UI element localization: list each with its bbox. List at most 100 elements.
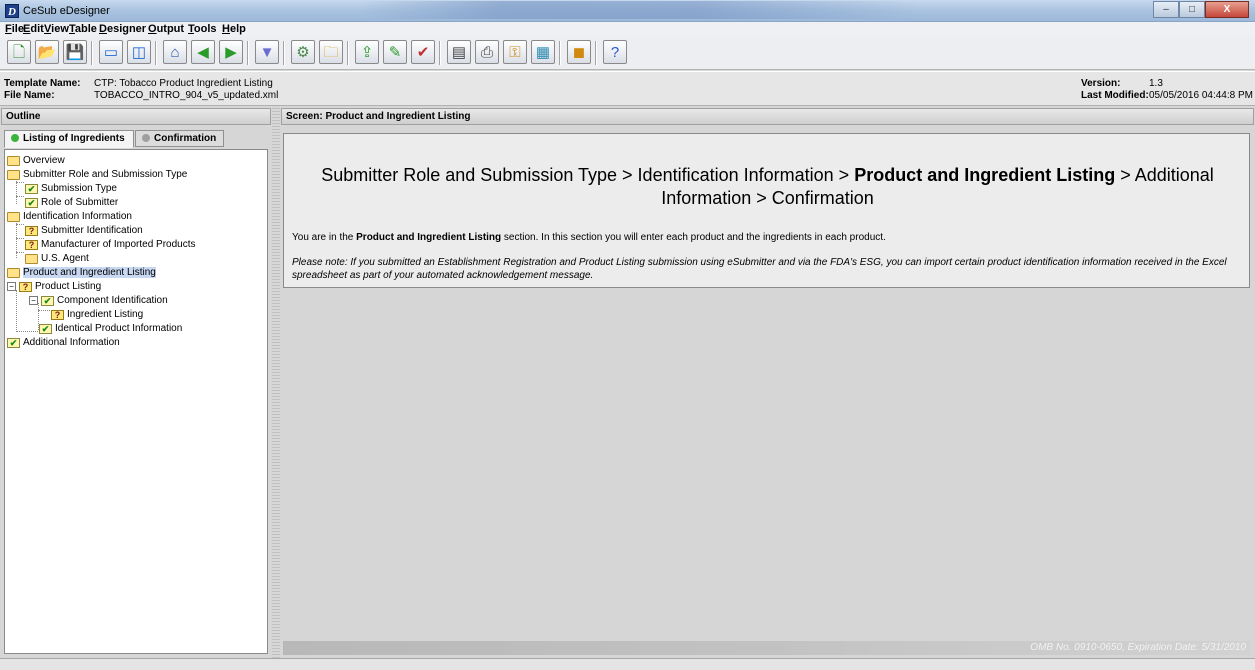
folder-icon [7, 155, 20, 166]
tree-item-label: Role of Submitter [41, 197, 119, 208]
folder-icon [7, 169, 20, 180]
tree-item-label: U.S. Agent [41, 253, 89, 264]
forward-arrow-icon[interactable]: ▶ [219, 40, 243, 64]
edit-icon[interactable]: ✎ [383, 40, 407, 64]
menu-designer[interactable]: Designer [99, 23, 146, 35]
tree-item-label: Overview [23, 155, 65, 166]
breadcrumb-part: Information > Confirmation [661, 188, 874, 208]
filter-icon[interactable]: ▼ [255, 40, 279, 64]
tree-item[interactable]: −? Product Listing [7, 280, 101, 293]
template-name-label: Template Name: [4, 78, 81, 89]
toolbar-separator [155, 41, 157, 65]
green-status-icon [11, 134, 19, 142]
back-arrow-icon[interactable]: ◀ [191, 40, 215, 64]
collapse-icon[interactable]: − [29, 296, 38, 305]
save-icon[interactable]: 💾 [63, 40, 87, 64]
tree-item-label: Ingredient Listing [67, 309, 144, 320]
tree-item[interactable]: U.S. Agent [25, 252, 89, 265]
home-icon[interactable]: ⌂ [163, 40, 187, 64]
toolbar-separator [283, 41, 285, 65]
tree-item[interactable]: Product and Ingredient Listing [7, 266, 156, 279]
tab-label: Listing of Ingredients [23, 133, 125, 144]
toolbar: 🗋 📂 💾 ▭ ◫ ⌂ ◀ ▶ ▼ ⚙ 🗀 ⇪ ✎ ✔ ▤ ⎙ ⚿ ▦ ◼? [0, 37, 1255, 70]
folder-icon [7, 211, 20, 222]
menu-help[interactable]: Help [222, 23, 246, 35]
tree-item-label: Product and Ingredient Listing [23, 267, 156, 278]
panel-splitter[interactable] [272, 108, 280, 658]
tab-label: Confirmation [154, 133, 217, 144]
tree-item[interactable]: ✔ Additional Information [7, 336, 120, 349]
folder-tree-icon[interactable]: 🗀 [319, 40, 343, 64]
collapse-icon[interactable]: − [7, 282, 16, 291]
settings-icon[interactable]: ⚙ [291, 40, 315, 64]
toolbar-separator [595, 41, 597, 65]
document-icon[interactable]: ▤ [447, 40, 471, 64]
tree-item[interactable]: ✔ Submission Type [25, 182, 117, 195]
tab-confirmation[interactable]: Confirmation [135, 130, 224, 147]
menu-tools[interactable]: Tools [188, 23, 217, 35]
checkmark-icon: ✔ [41, 295, 54, 306]
question-icon: ? [25, 239, 38, 250]
tree-item[interactable]: ? Submitter Identification [25, 224, 143, 237]
menu-output[interactable]: Output [148, 23, 184, 35]
file-name-label: File Name: [4, 90, 55, 101]
menu-file[interactable]: File [5, 23, 24, 35]
tree-item[interactable]: ? Manufacturer of Imported Products [25, 238, 196, 251]
tree-item[interactable]: Overview [7, 154, 65, 167]
checkmark-icon: ✔ [7, 337, 20, 348]
menu-view[interactable]: View [44, 23, 69, 35]
tree-item[interactable]: Submitter Role and Submission Type [7, 168, 187, 181]
tree-item[interactable]: Identification Information [7, 210, 132, 223]
template-name-value: CTP: Tobacco Product Ingredient Listing [94, 78, 273, 89]
checkmark-icon: ✔ [25, 183, 38, 194]
tree-item-label: Identification Information [23, 211, 132, 222]
intro-text: section. In this section you will enter … [501, 232, 886, 243]
status-bar [0, 658, 1255, 670]
breadcrumb-part: > Additional [1115, 165, 1214, 185]
tree-item[interactable]: ✔ Role of Submitter [25, 196, 118, 209]
key-icon[interactable]: ⚿ [503, 40, 527, 64]
maximize-button[interactable]: □ [1179, 1, 1205, 18]
tab-listing-of-ingredients[interactable]: Listing of Ingredients [4, 130, 134, 148]
tree-item[interactable]: ✔ Identical Product Information [39, 322, 182, 335]
question-icon: ? [19, 281, 32, 292]
close-button[interactable]: X [1205, 1, 1249, 18]
intro-section-name: Product and Ingredient Listing [356, 232, 502, 243]
breadcrumb-part: Submitter Role and Submission Type > Ide… [321, 165, 855, 185]
version-value: 1.3 [1149, 78, 1163, 89]
tree-item-label: Submitter Role and Submission Type [23, 169, 188, 180]
question-icon: ? [51, 309, 64, 320]
breadcrumb: Submitter Role and Submission Type > Ide… [284, 164, 1251, 210]
window-icon[interactable]: ▭ [99, 40, 123, 64]
intro-text: You are in the [292, 232, 357, 243]
validate-icon[interactable]: ✔ [411, 40, 435, 64]
new-document-icon[interactable]: 🗋 [7, 40, 31, 64]
app-logo-icon: D [5, 4, 19, 18]
tree-item[interactable]: − ✔ Component Identification [29, 294, 168, 307]
toolbar-separator [247, 41, 249, 65]
tree-item[interactable]: ? Ingredient Listing [51, 308, 143, 321]
help-icon[interactable]: ? [603, 40, 627, 64]
gray-status-icon [142, 134, 150, 142]
tree-item-label: Additional Information [23, 337, 120, 348]
toolbar-separator [347, 41, 349, 65]
open-folder-icon[interactable]: 📂 [35, 40, 59, 64]
last-modified-label: Last Modified: [1081, 90, 1149, 101]
menu-table[interactable]: Table [69, 23, 97, 35]
question-icon: ? [25, 225, 38, 236]
split-window-icon[interactable]: ◫ [127, 40, 151, 64]
export-icon[interactable]: ⇪ [355, 40, 379, 64]
window-controls: – □ X [1153, 1, 1249, 18]
toolbar-separator [91, 41, 93, 65]
outline-tree: Overview Submitter Role and Submission Ty… [4, 149, 268, 654]
package-icon[interactable]: ◼ [567, 40, 591, 64]
footer-bar: OMB No. 0910-0650, Expiration Date: 5/31… [283, 641, 1250, 655]
calculator-icon[interactable]: ▦ [531, 40, 555, 64]
outline-header: Outline [1, 108, 271, 125]
omb-notice: OMB No. 0910-0650, Expiration Date: 5/31… [1030, 642, 1246, 653]
title-bar: D CeSub eDesigner – □ X [0, 0, 1255, 22]
minimize-button[interactable]: – [1153, 1, 1179, 18]
folder-icon [7, 267, 20, 278]
menu-edit[interactable]: Edit [23, 23, 44, 35]
print-icon[interactable]: ⎙ [475, 40, 499, 64]
